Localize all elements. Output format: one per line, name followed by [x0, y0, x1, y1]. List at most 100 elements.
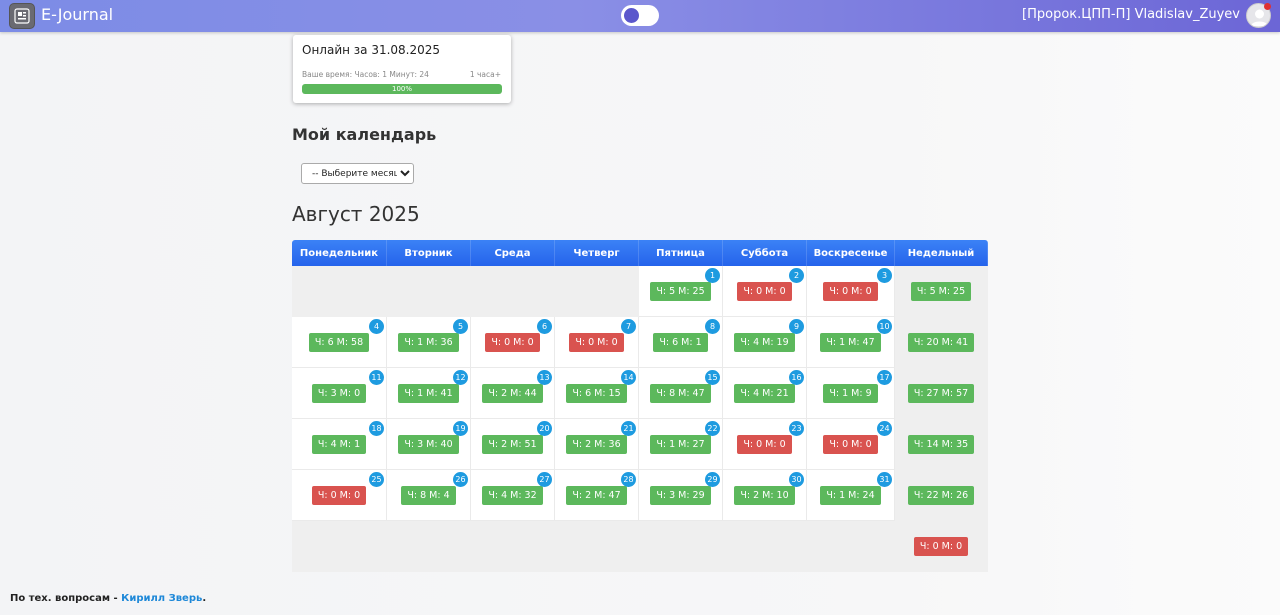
calendar-week-row: Ч: 5 М: 25 1 Ч: 0 М: 0 2 Ч: 0 М: 0 3 Ч: 5 М: 2…: [292, 266, 988, 317]
toggle-knob: [624, 8, 639, 23]
calendar-day-cell[interactable]: Ч: 4 М: 32 27: [471, 470, 555, 521]
calendar-day-cell[interactable]: Ч: 0 М: 0 24: [807, 419, 895, 470]
calendar-day-cell[interactable]: Ч: 3 М: 0 11: [292, 368, 387, 419]
calendar-day-cell[interactable]: Ч: 1 М: 9 17: [807, 368, 895, 419]
online-goal-label: 1 часа+: [469, 70, 501, 79]
calendar-empty-cell: [387, 266, 471, 317]
day-number-badge: 22: [705, 421, 720, 436]
user-name[interactable]: [Пророк.ЦПП-П] Vladislav_Zuyev: [1022, 7, 1240, 22]
calendar-empty-cell: [292, 521, 387, 572]
calendar-day-cell[interactable]: Ч: 2 М: 44 13: [471, 368, 555, 419]
calendar-empty-cell: [639, 521, 723, 572]
calendar-day-cell[interactable]: Ч: 0 М: 03: [807, 266, 895, 317]
weekly-total-cell: Ч: 20 М: 41: [895, 317, 988, 368]
calendar-day-cell[interactable]: Ч: 0 М: 06: [471, 317, 555, 368]
day-time-badge: Ч: 4 М: 19: [734, 332, 795, 352]
calendar-day-cell[interactable]: Ч: 2 М: 36 21: [555, 419, 639, 470]
day-number-badge: 19: [453, 421, 468, 436]
app-logo-icon[interactable]: [9, 3, 35, 29]
calendar-day-cell[interactable]: Ч: 1 М: 36 5: [387, 317, 471, 368]
calendar-day-cell[interactable]: Ч: 1 М: 41 12: [387, 368, 471, 419]
day-time-badge: Ч: 8 М: 4: [401, 485, 456, 505]
online-time-label: Ваше время: Часов: 1 Минут: 24: [302, 70, 429, 79]
day-number-badge: 16: [789, 370, 804, 385]
calendar-day-cell[interactable]: Ч: 3 М: 29 29: [639, 470, 723, 521]
calendar-day-cell[interactable]: Ч: 6 М: 18: [639, 317, 723, 368]
footer-text: По тех. вопросам -: [10, 593, 122, 604]
calendar-empty-cell: [471, 521, 555, 572]
day-time-badge: Ч: 2 М: 44: [482, 383, 543, 403]
calendar-day-cell[interactable]: Ч: 0 М: 0 23: [723, 419, 807, 470]
calendar-day-cell[interactable]: Ч: 0 М: 02: [723, 266, 807, 317]
calendar-table: Понедельник Вторник Среда Четверг Пятница Суб…: [292, 240, 988, 572]
calendar-day-cell[interactable]: Ч: 5 М: 25 1: [639, 266, 723, 317]
brand-title[interactable]: E-Journal: [41, 5, 113, 24]
calendar-empty-cell: [292, 266, 387, 317]
calendar-week-row: Ч: 0 М: 0 25 Ч: 8 М: 4 26 Ч: 4 М: 32 27 Ч: 2 М…: [292, 470, 988, 521]
weekday-header: Понедельник: [292, 240, 387, 266]
day-number-badge: 17: [877, 370, 892, 385]
day-time-badge: Ч: 4 М: 32: [482, 485, 543, 505]
day-number-badge: 20: [537, 421, 552, 436]
day-number-badge: 9: [789, 319, 804, 334]
weekday-header: Четверг: [555, 240, 639, 266]
weekly-total-cell: Ч: 0 М: 0: [895, 521, 988, 572]
weekday-header: Недельный: [895, 240, 988, 266]
notification-dot: [1264, 3, 1271, 10]
progress-fill: 100%: [302, 84, 502, 94]
weekday-header: Пятница: [639, 240, 723, 266]
calendar-empty-cell: [807, 521, 895, 572]
calendar-day-cell[interactable]: Ч: 3 М: 40 19: [387, 419, 471, 470]
day-time-badge: Ч: 1 М: 36: [398, 332, 459, 352]
calendar-day-cell[interactable]: Ч: 1 М: 27 22: [639, 419, 723, 470]
calendar-empty-cell: [387, 521, 471, 572]
month-select[interactable]: -- Выберите месяц --: [301, 163, 414, 184]
day-time-badge: Ч: 6 М: 15: [566, 383, 627, 403]
calendar-day-cell[interactable]: Ч: 6 М: 15 14: [555, 368, 639, 419]
day-number-badge: 31: [877, 472, 892, 487]
weekly-total-cell: Ч: 5 М: 25: [895, 266, 988, 317]
day-time-badge: Ч: 2 М: 10: [734, 485, 795, 505]
weekly-time-badge: Ч: 20 М: 41: [907, 332, 975, 352]
day-time-badge: Ч: 2 М: 36: [566, 434, 627, 454]
day-number-badge: 8: [705, 319, 720, 334]
calendar-day-cell[interactable]: Ч: 1 М: 24 31: [807, 470, 895, 521]
day-number-badge: 7: [621, 319, 636, 334]
calendar-day-cell[interactable]: Ч: 0 М: 0 25: [292, 470, 387, 521]
day-time-badge: Ч: 0 М: 0: [485, 332, 540, 352]
calendar-section-title: Мой календарь: [292, 125, 437, 144]
day-number-badge: 18: [369, 421, 384, 436]
day-time-badge: Ч: 1 М: 27: [650, 434, 711, 454]
calendar-day-cell[interactable]: Ч: 1 М: 47 10: [807, 317, 895, 368]
day-time-badge: Ч: 0 М: 0: [737, 434, 792, 454]
day-number-badge: 14: [621, 370, 636, 385]
calendar-day-cell[interactable]: Ч: 4 М: 21 16: [723, 368, 807, 419]
day-time-badge: Ч: 1 М: 9: [823, 383, 878, 403]
theme-toggle[interactable]: [621, 5, 659, 26]
weekly-time-badge: Ч: 0 М: 0: [913, 536, 969, 556]
day-time-badge: Ч: 0 М: 0: [823, 281, 878, 301]
calendar-day-cell[interactable]: Ч: 4 М: 19 9: [723, 317, 807, 368]
day-number-badge: 27: [537, 472, 552, 487]
support-link[interactable]: Кирилл Зверь: [121, 593, 202, 604]
day-time-badge: Ч: 0 М: 0: [823, 434, 878, 454]
calendar-day-cell[interactable]: Ч: 2 М: 47 28: [555, 470, 639, 521]
day-number-badge: 25: [369, 472, 384, 487]
online-progress-bar: 100%: [302, 84, 502, 94]
day-number-badge: 12: [453, 370, 468, 385]
day-number-badge: 29: [705, 472, 720, 487]
calendar-day-cell[interactable]: Ч: 2 М: 10 30: [723, 470, 807, 521]
calendar-day-cell[interactable]: Ч: 4 М: 1 18: [292, 419, 387, 470]
calendar-day-cell[interactable]: Ч: 2 М: 51 20: [471, 419, 555, 470]
calendar-day-cell[interactable]: Ч: 0 М: 07: [555, 317, 639, 368]
calendar-header-row: Понедельник Вторник Среда Четверг Пятница Суб…: [292, 240, 988, 266]
calendar-day-cell[interactable]: Ч: 8 М: 4 26: [387, 470, 471, 521]
day-number-badge: 15: [705, 370, 720, 385]
online-card-title: Онлайн за 31.08.2025: [302, 43, 441, 57]
calendar-day-cell[interactable]: Ч: 6 М: 58 4: [292, 317, 387, 368]
day-time-badge: Ч: 5 М: 25: [650, 281, 711, 301]
weekly-time-badge: Ч: 27 М: 57: [907, 383, 975, 403]
day-number-badge: 1: [705, 268, 720, 283]
calendar-day-cell[interactable]: Ч: 8 М: 47 15: [639, 368, 723, 419]
calendar-week-row: Ч: 0 М: 0: [292, 521, 988, 572]
